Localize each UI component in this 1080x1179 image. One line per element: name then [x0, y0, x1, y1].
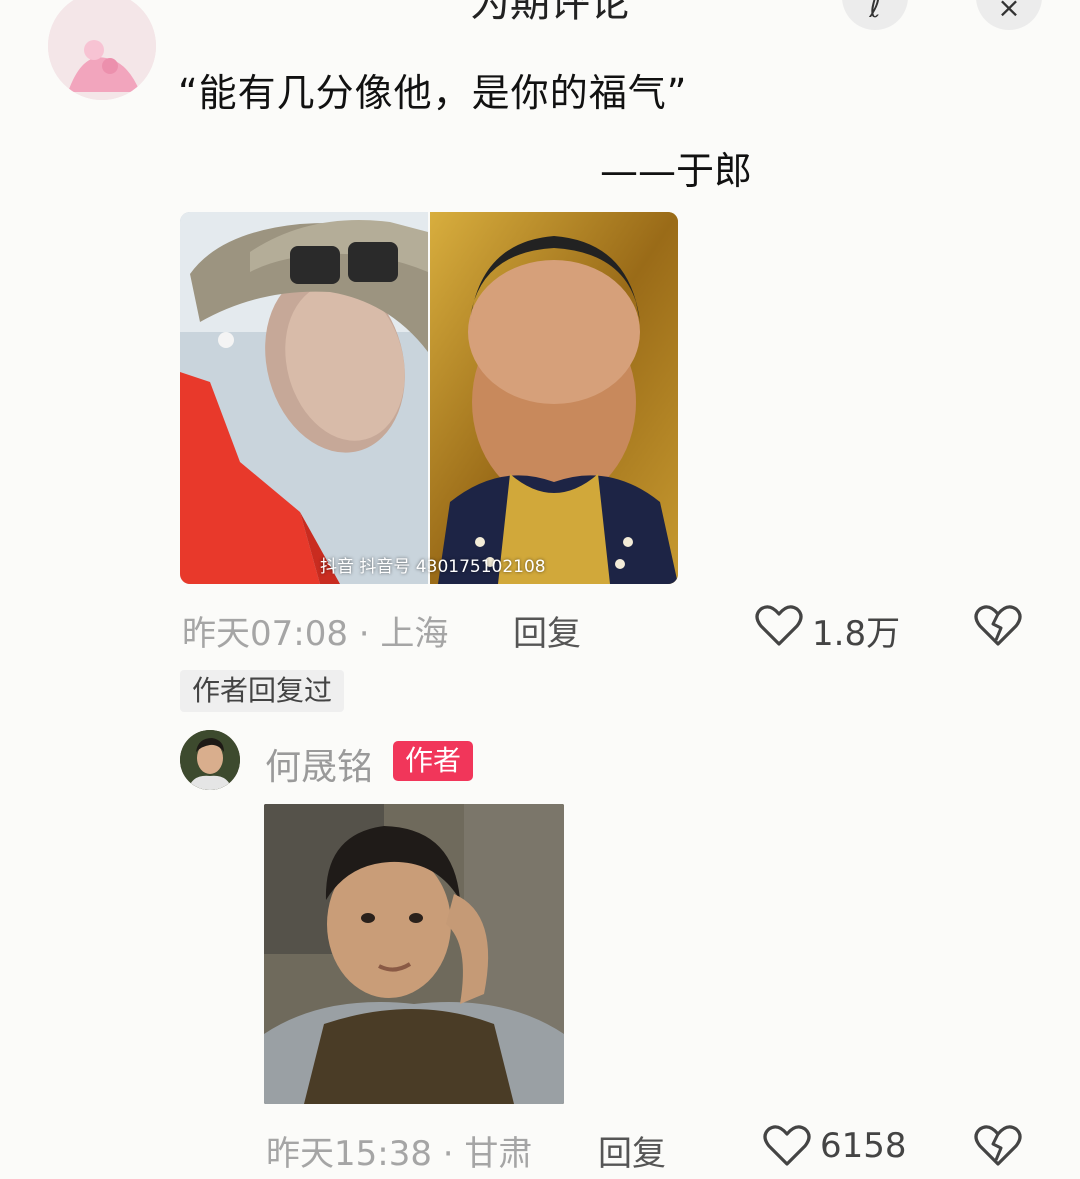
reply-image[interactable]: [264, 804, 564, 1104]
comment-time-location: 昨天07:08 · 上海: [182, 614, 449, 654]
comment-text: “能有几分像他，是你的福气”: [178, 71, 688, 115]
author-replied-tag: 作者回复过: [180, 670, 345, 712]
broken-heart-icon[interactable]: [974, 1124, 1022, 1168]
heart-icon[interactable]: [755, 604, 803, 648]
avatar[interactable]: [48, 0, 156, 100]
close-icon: ×: [997, 0, 1021, 24]
like-count: 1.8万: [812, 614, 901, 654]
reply-username[interactable]: 何晟铭: [265, 738, 373, 790]
like-count: 6158: [820, 1126, 907, 1166]
reply-button[interactable]: 回复: [513, 606, 581, 655]
reply-time-location: 昨天15:38 · 甘肃: [266, 1134, 533, 1174]
author-badge: 作者: [393, 741, 474, 781]
broken-heart-icon[interactable]: [974, 604, 1022, 648]
comment-text-signature: ——于郎: [600, 149, 753, 193]
avatar[interactable]: [180, 730, 240, 790]
edit-icon: ℓ: [869, 0, 881, 24]
page-title: 为期评论: [470, 0, 630, 26]
image-watermark: 抖音 抖音号 430175102108: [320, 557, 546, 577]
heart-icon[interactable]: [763, 1124, 811, 1168]
comment-image[interactable]: 抖音 抖音号 430175102108: [180, 212, 678, 584]
close-button[interactable]: ×: [976, 0, 1042, 30]
edit-button[interactable]: ℓ: [842, 0, 908, 30]
reply-button[interactable]: 回复: [598, 1126, 666, 1175]
